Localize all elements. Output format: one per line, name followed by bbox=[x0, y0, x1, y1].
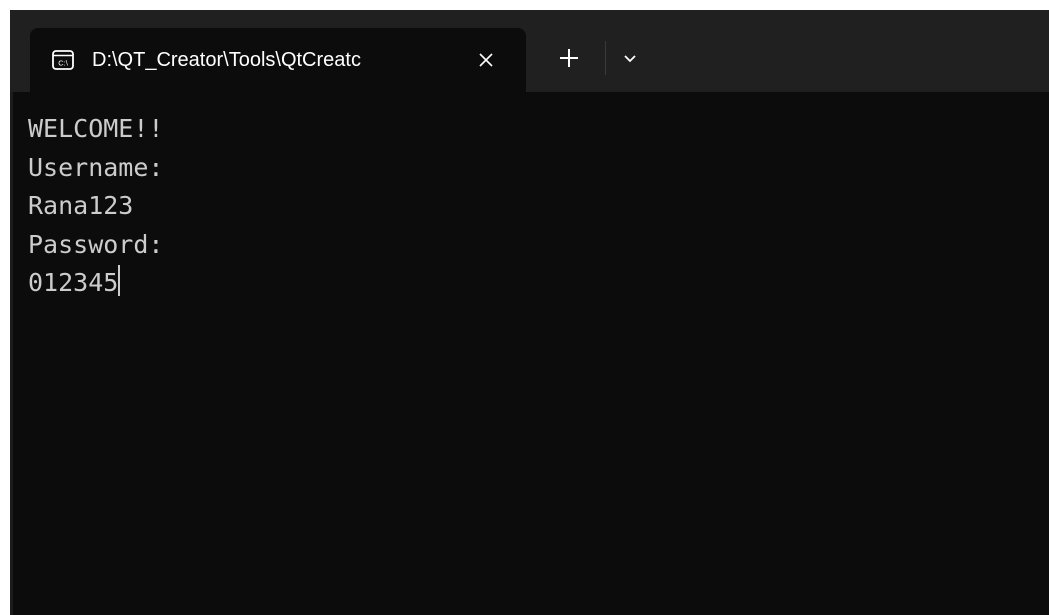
tab-divider bbox=[605, 41, 606, 75]
tab-command-prompt[interactable]: C:\ D:\QT_Creator\Tools\QtCreatc bbox=[30, 28, 526, 92]
console-input-text: 012345 bbox=[28, 268, 119, 297]
title-bar: C:\ D:\QT_Creator\Tools\QtCreatc bbox=[10, 10, 1049, 92]
command-prompt-icon: C:\ bbox=[52, 50, 74, 70]
close-icon[interactable] bbox=[474, 48, 498, 72]
console-output[interactable]: WELCOME!! Username: Rana123 Password: 01… bbox=[10, 92, 1049, 615]
console-line: Password: bbox=[28, 229, 164, 259]
text-cursor bbox=[118, 265, 121, 296]
terminal-window: C:\ D:\QT_Creator\Tools\QtCreatc WELCOME… bbox=[10, 10, 1049, 615]
tab-title: D:\QT_Creator\Tools\QtCreatc bbox=[92, 49, 361, 71]
console-input-line: 012345 bbox=[28, 264, 1049, 303]
console-line: WELCOME!! bbox=[28, 114, 164, 143]
plus-icon[interactable] bbox=[553, 42, 585, 74]
console-line: Username: bbox=[28, 152, 164, 182]
svg-text:C:\: C:\ bbox=[58, 59, 69, 68]
chevron-down-icon[interactable] bbox=[617, 46, 643, 72]
console-line: Rana123 bbox=[28, 191, 134, 220]
